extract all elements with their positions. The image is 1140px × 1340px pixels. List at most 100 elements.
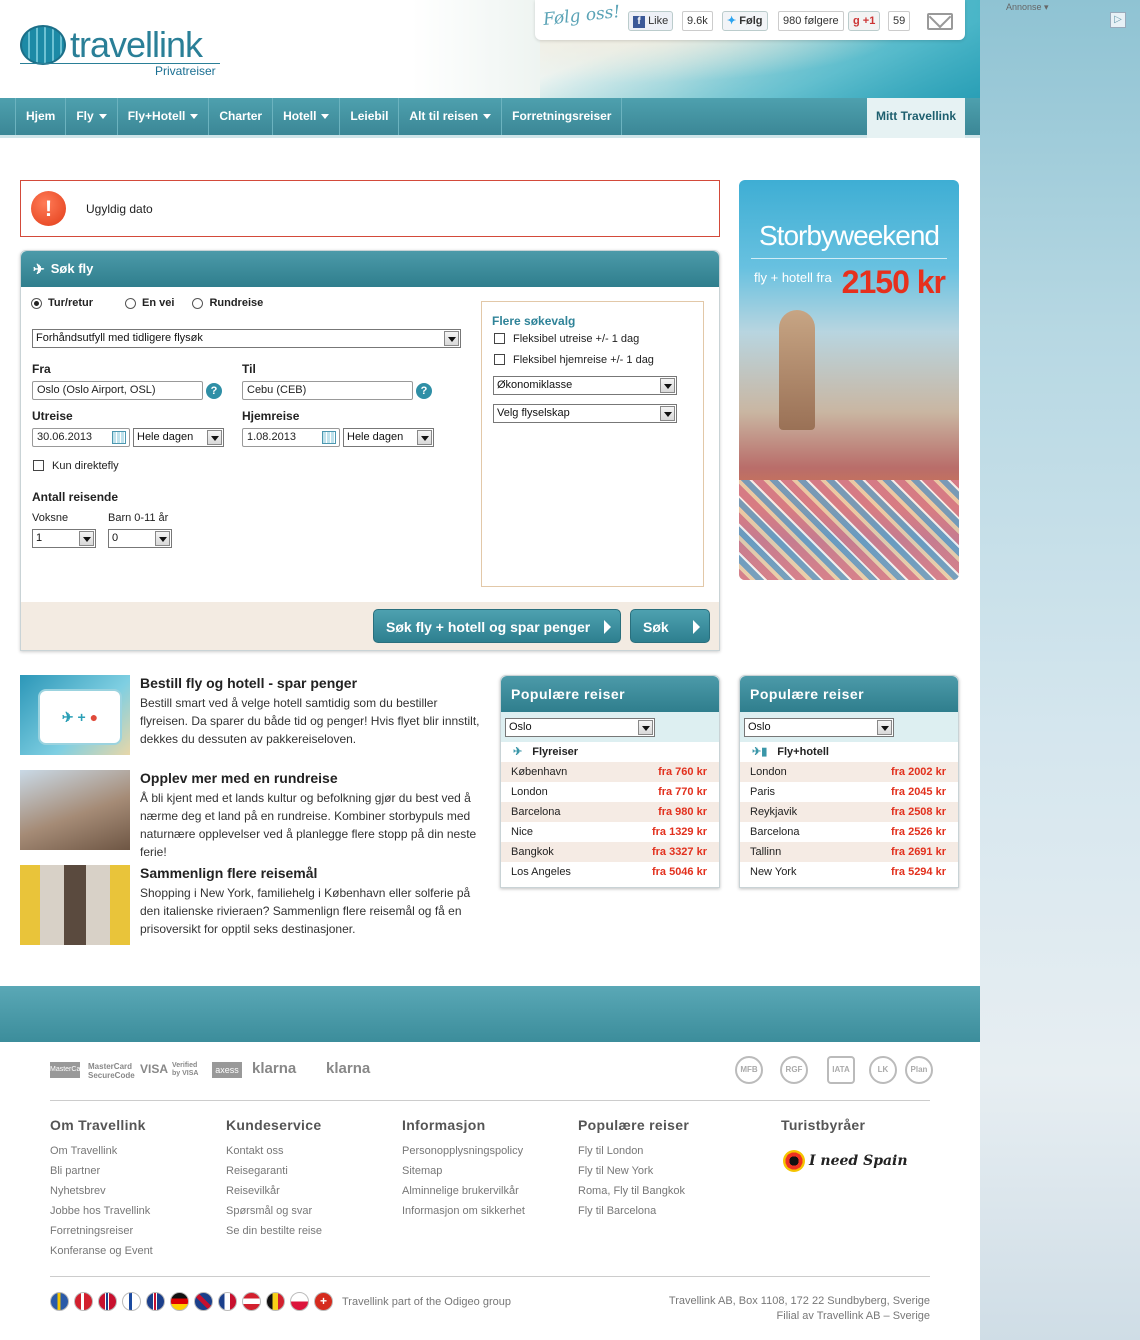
children-select[interactable]: 0 bbox=[108, 529, 172, 548]
germany-flag-icon[interactable] bbox=[170, 1292, 189, 1311]
popular-row[interactable]: Tallinn fra 2691 kr bbox=[740, 842, 958, 862]
promo-item[interactable]: Opplev mer med en rundreise Å bli kjent … bbox=[20, 770, 490, 859]
popular-row[interactable]: Bangkok fra 3327 kr bbox=[501, 842, 719, 862]
flex-return-checkbox[interactable] bbox=[494, 354, 505, 365]
mastercard-logo: MasterCard bbox=[50, 1062, 87, 1078]
footer-link[interactable]: Fly til Barcelona bbox=[578, 1201, 689, 1221]
facebook-like-button[interactable]: f Like bbox=[628, 11, 674, 31]
radio-tur-retur[interactable]: Tur/retur bbox=[31, 297, 93, 309]
footer-link[interactable]: Personopplysningspolicy bbox=[402, 1141, 525, 1161]
prefill-select[interactable]: Forhåndsutfyll med tidligere flysøk bbox=[32, 329, 461, 348]
popular-subtitle: ✈ Flyreiser bbox=[501, 742, 719, 762]
storbyweekend-ad[interactable]: Storbyweekend fly + hotell fra 2150 kr bbox=[739, 180, 959, 580]
footer-link[interactable]: Kontakt oss bbox=[226, 1141, 322, 1161]
footer-link[interactable]: Sitemap bbox=[402, 1161, 525, 1181]
nav-hotell[interactable]: Hotell bbox=[273, 98, 341, 135]
footer-link[interactable]: Se din bestilte reise bbox=[226, 1221, 322, 1241]
return-label: Hjemreise bbox=[242, 409, 300, 423]
footer-link[interactable]: Reisegaranti bbox=[226, 1161, 322, 1181]
poland-flag-icon[interactable] bbox=[290, 1292, 309, 1311]
need-spain-logo[interactable]: I need Spain bbox=[783, 1150, 908, 1172]
search-flight-hotel-button[interactable]: Søk fly + hotell og spar penger bbox=[373, 609, 621, 643]
radio-rundreise[interactable]: Rundreise bbox=[192, 297, 263, 309]
outbound-time-select[interactable]: Hele dagen bbox=[133, 428, 224, 447]
footer-link[interactable]: Reisevilkår bbox=[226, 1181, 322, 1201]
popular-row[interactable]: Los Angeles fra 5046 kr bbox=[501, 862, 719, 882]
ad-title: Storbyweekend bbox=[758, 220, 940, 251]
footer-link[interactable]: Alminnelige brukervilkår bbox=[402, 1181, 525, 1201]
help-icon[interactable]: ? bbox=[416, 383, 432, 399]
nav-hjem[interactable]: Hjem bbox=[15, 98, 67, 135]
footer-link[interactable]: Fly til New York bbox=[578, 1161, 689, 1181]
nav-fly-hotell[interactable]: Fly+Hotell bbox=[118, 98, 210, 135]
uk-flag-icon[interactable] bbox=[194, 1292, 213, 1311]
popular-row[interactable]: London fra 770 kr bbox=[501, 782, 719, 802]
nav-alt-til-reisen[interactable]: Alt til reisen bbox=[399, 98, 503, 135]
footer-link[interactable]: Fly til London bbox=[578, 1141, 689, 1161]
footer-link[interactable]: Spørsmål og svar bbox=[226, 1201, 322, 1221]
nav-fly[interactable]: Fly bbox=[66, 98, 118, 135]
return-time-select[interactable]: Hele dagen bbox=[343, 428, 434, 447]
ad-choices-icon[interactable]: ▷ bbox=[1110, 12, 1126, 28]
outbound-date-input[interactable]: 30.06.2013 bbox=[32, 428, 130, 447]
footer-link[interactable]: Konferanse og Event bbox=[50, 1241, 153, 1261]
nav-charter[interactable]: Charter bbox=[209, 98, 274, 135]
twitter-follow-button[interactable]: ✦ Følg bbox=[722, 11, 768, 31]
promo-item[interactable]: ✈ + ● Bestill fly og hotell - spar penge… bbox=[20, 675, 490, 757]
norway-flag-icon[interactable] bbox=[98, 1292, 117, 1311]
nav-mitt-travellink[interactable]: Mitt Travellink bbox=[866, 98, 965, 138]
footer-link[interactable]: Jobbe hos Travellink bbox=[50, 1201, 153, 1221]
popular-row[interactable]: London fra 2002 kr bbox=[740, 762, 958, 782]
footer-link[interactable]: Forretningsreiser bbox=[50, 1221, 153, 1241]
popular-row[interactable]: New York fra 5294 kr bbox=[740, 862, 958, 882]
popular-row[interactable]: København fra 760 kr bbox=[501, 762, 719, 782]
chevron-down-icon bbox=[321, 114, 330, 119]
nav-forretningsreiser[interactable]: Forretningsreiser bbox=[502, 98, 623, 135]
radio-en-vei[interactable]: En vei bbox=[125, 297, 174, 309]
cabin-class-select[interactable]: Økonomiklasse bbox=[493, 376, 677, 395]
footer-link[interactable]: Nyhetsbrev bbox=[50, 1181, 153, 1201]
austria-flag-icon[interactable] bbox=[242, 1292, 261, 1311]
travellink-logo[interactable]: travellink bbox=[20, 24, 203, 66]
denmark-flag-icon[interactable] bbox=[74, 1292, 93, 1311]
popular-row[interactable]: Reykjavik fra 2508 kr bbox=[740, 802, 958, 822]
from-input[interactable]: Oslo (Oslo Airport, OSL) bbox=[32, 381, 203, 400]
plane-icon: ✈ bbox=[513, 746, 523, 758]
search-flight-button[interactable]: Søk fly bbox=[630, 609, 710, 669]
iceland-flag-icon[interactable] bbox=[146, 1292, 165, 1311]
popular-origin-select[interactable]: Oslo bbox=[505, 718, 655, 737]
nav-leiebil[interactable]: Leiebil bbox=[340, 98, 400, 135]
mail-icon[interactable] bbox=[927, 13, 953, 30]
finland-flag-icon[interactable] bbox=[122, 1292, 141, 1311]
promo-item[interactable]: Sammenlign flere reisemål Shopping i New… bbox=[20, 865, 490, 947]
popular-row[interactable]: Paris fra 2045 kr bbox=[740, 782, 958, 802]
promo-title[interactable]: Opplev mer med en rundreise bbox=[140, 770, 338, 786]
footer-link[interactable]: Om Travellink bbox=[50, 1141, 153, 1161]
help-icon[interactable]: ? bbox=[206, 383, 222, 399]
adults-select[interactable]: 1 bbox=[32, 529, 96, 548]
popular-row[interactable]: Barcelona fra 2526 kr bbox=[740, 822, 958, 842]
direct-only-checkbox[interactable] bbox=[33, 460, 44, 471]
footer-col-informasjon: Informasjon Personopplysningspolicy Site… bbox=[402, 1117, 525, 1221]
flex-outbound-checkbox[interactable] bbox=[494, 333, 505, 344]
footer-link[interactable]: Informasjon om sikkerhet bbox=[402, 1201, 525, 1221]
france-flag-icon[interactable] bbox=[218, 1292, 237, 1311]
chevron-down-icon bbox=[638, 720, 653, 735]
popular-row[interactable]: Barcelona fra 980 kr bbox=[501, 802, 719, 822]
promo-title[interactable]: Sammenlign flere reisemål bbox=[140, 865, 317, 881]
popular-flight-hotel-box: Populære reiser Oslo ✈▮ Fly+hotell London… bbox=[739, 675, 959, 888]
plane-icon: ✈ bbox=[33, 261, 45, 277]
to-input[interactable]: Cebu (CEB) bbox=[242, 381, 413, 400]
google-icon: g bbox=[853, 15, 860, 27]
google-plus-button[interactable]: g +1 bbox=[848, 11, 881, 31]
airline-select[interactable]: Velg flyselskap bbox=[493, 404, 677, 423]
popular-origin-select[interactable]: Oslo bbox=[744, 718, 894, 737]
popular-row[interactable]: Nice fra 1329 kr bbox=[501, 822, 719, 842]
return-date-input[interactable]: 1.08.2013 bbox=[242, 428, 340, 447]
belgium-flag-icon[interactable] bbox=[266, 1292, 285, 1311]
promo-title[interactable]: Bestill fly og hotell - spar penger bbox=[140, 675, 357, 691]
footer-link[interactable]: Bli partner bbox=[50, 1161, 153, 1181]
footer-link[interactable]: Roma, Fly til Bangkok bbox=[578, 1181, 689, 1201]
switzerland-flag-icon[interactable]: + bbox=[314, 1292, 333, 1311]
sweden-flag-icon[interactable] bbox=[50, 1292, 69, 1311]
